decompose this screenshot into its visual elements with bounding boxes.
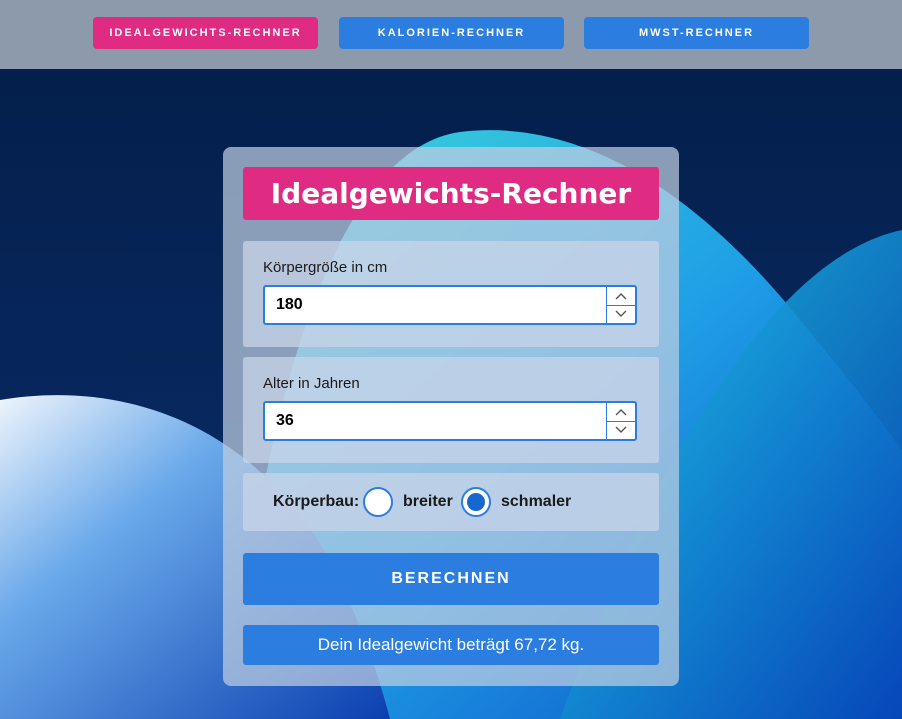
- height-increment-button[interactable]: [607, 287, 635, 306]
- build-panel: Körperbau: breiter schmaler: [243, 473, 659, 531]
- radio-schmaler-label[interactable]: schmaler: [501, 473, 571, 531]
- build-radio-group: Körperbau: breiter schmaler: [243, 473, 659, 531]
- age-decrement-button[interactable]: [607, 421, 635, 439]
- result-display: Dein Idealgewicht beträgt 67,72 kg.: [243, 625, 659, 665]
- height-label: Körpergröße in cm: [263, 259, 388, 276]
- calculator-card: Idealgewichts-Rechner Körpergröße in cm …: [223, 147, 679, 686]
- calculator-title: Idealgewichts-Rechner: [243, 167, 659, 220]
- nav-tab-kalorien-rechner[interactable]: KALORIEN-RECHNER: [339, 17, 564, 49]
- age-value: 36: [276, 412, 294, 429]
- height-panel: Körpergröße in cm 180: [243, 241, 659, 347]
- height-decrement-button[interactable]: [607, 305, 635, 323]
- height-spinner: [606, 287, 635, 323]
- radio-schmaler[interactable]: [461, 487, 491, 517]
- age-spinner: [606, 403, 635, 439]
- age-input[interactable]: 36: [263, 401, 637, 441]
- chevron-down-icon: [615, 310, 627, 317]
- nav-tab-mwst-rechner[interactable]: MWST-RECHNER: [584, 17, 809, 49]
- radio-breiter-label[interactable]: breiter: [403, 473, 453, 531]
- radio-breiter[interactable]: [363, 487, 393, 517]
- build-label: Körperbau:: [273, 493, 360, 510]
- top-navigation: IDEALGEWICHTS-RECHNER KALORIEN-RECHNER M…: [0, 0, 902, 69]
- nav-tab-idealgewichts-rechner[interactable]: IDEALGEWICHTS-RECHNER: [93, 17, 318, 49]
- chevron-down-icon: [615, 426, 627, 433]
- chevron-up-icon: [615, 409, 627, 416]
- age-increment-button[interactable]: [607, 403, 635, 422]
- age-label: Alter in Jahren: [263, 375, 360, 392]
- height-value: 180: [276, 296, 303, 313]
- calculate-button[interactable]: BERECHNEN: [243, 553, 659, 605]
- height-input[interactable]: 180: [263, 285, 637, 325]
- chevron-up-icon: [615, 293, 627, 300]
- age-panel: Alter in Jahren 36: [243, 357, 659, 463]
